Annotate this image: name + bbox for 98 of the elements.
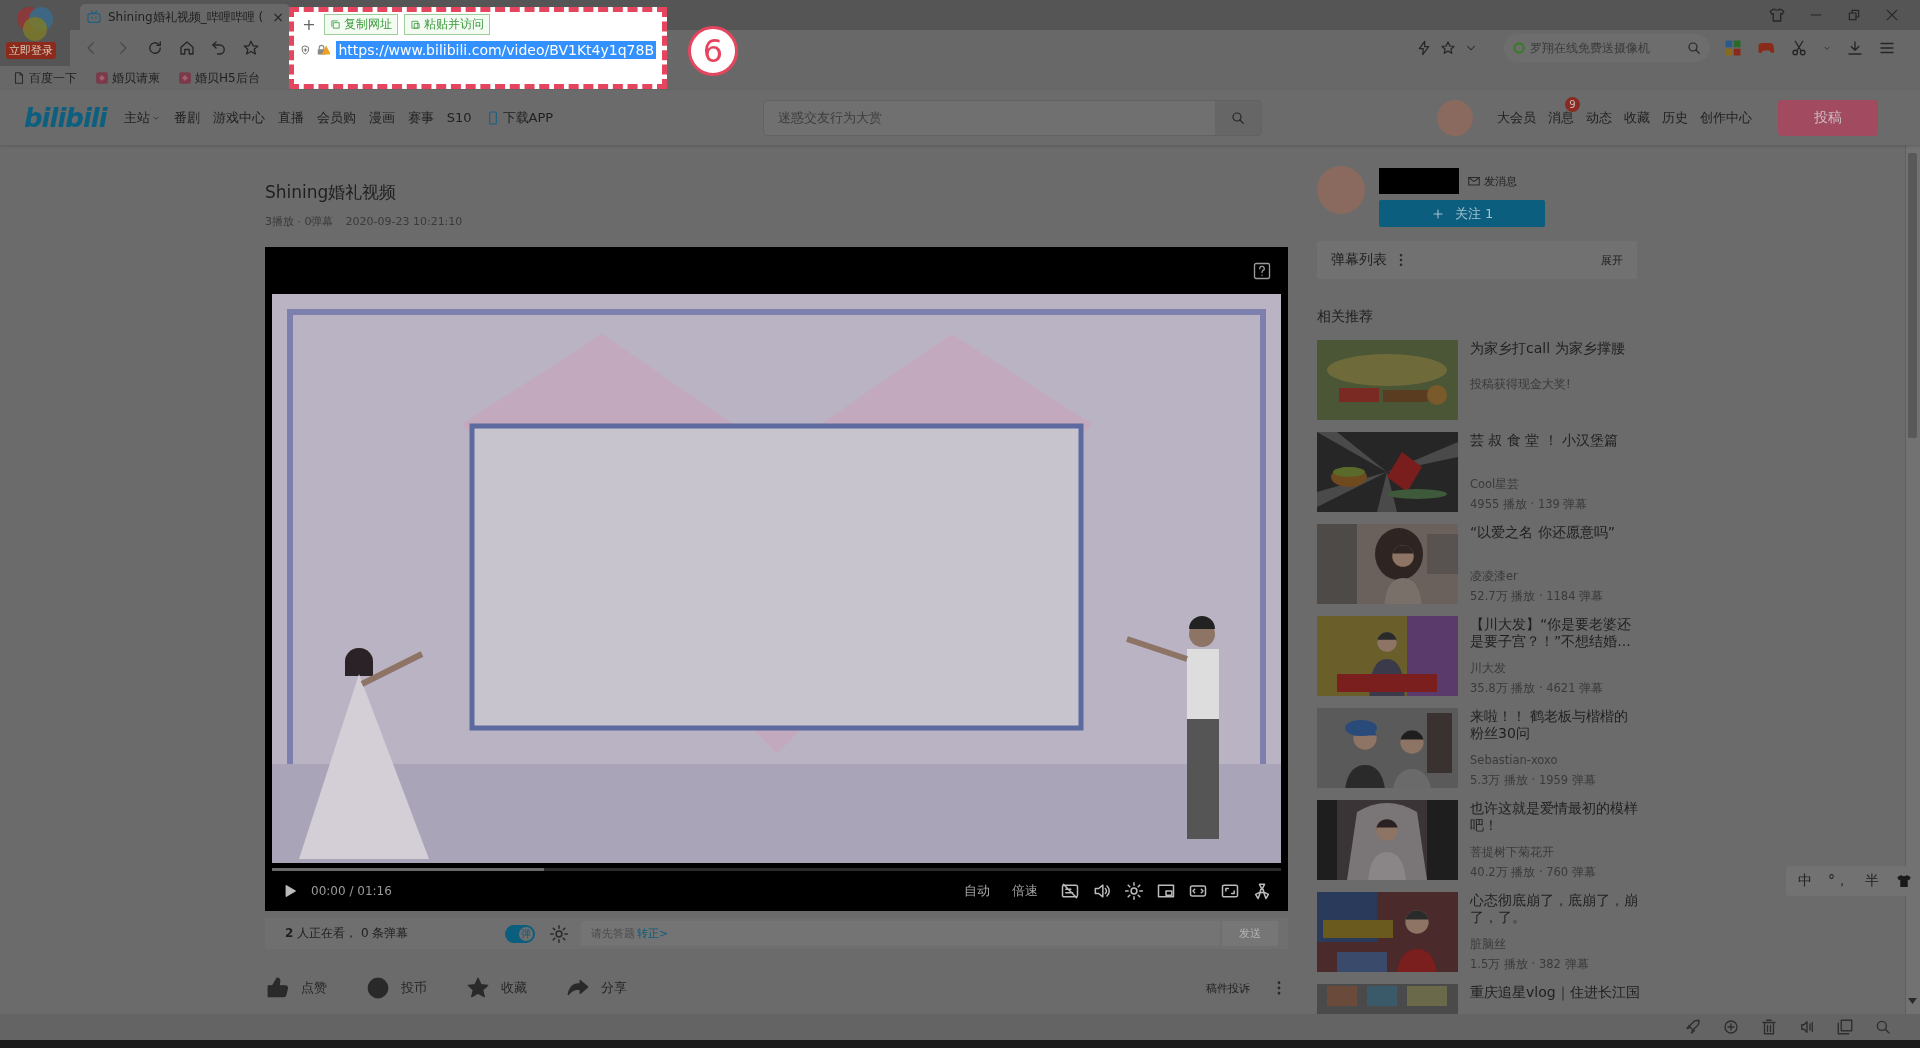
search-icon[interactable] bbox=[1874, 1018, 1892, 1036]
ime-button[interactable]: °， bbox=[1828, 872, 1849, 890]
share-button[interactable]: 分享 bbox=[565, 975, 665, 1001]
tv-icon bbox=[86, 9, 102, 25]
add-clock-icon[interactable] bbox=[1722, 1018, 1740, 1036]
video-title-link[interactable]: 心态彻底崩了，底崩了，崩了，了。 bbox=[1470, 892, 1640, 926]
paste-visit-button[interactable]: 粘贴并访问 bbox=[404, 14, 490, 35]
home-icon[interactable] bbox=[178, 39, 196, 57]
site-icon bbox=[95, 71, 109, 85]
help-icon[interactable] bbox=[1253, 261, 1271, 280]
browser-tab[interactable]: Shining婚礼视频_哔哩哔哩 ( × bbox=[80, 4, 290, 30]
login-badge[interactable]: 立即登录 bbox=[6, 42, 56, 59]
new-tab-button[interactable]: + bbox=[300, 15, 318, 34]
reload-icon[interactable] bbox=[146, 39, 164, 57]
header-link[interactable]: 动态 bbox=[1586, 109, 1612, 125]
site-icon bbox=[178, 71, 192, 85]
playback-time: 00:00 / 01:16 bbox=[311, 884, 392, 898]
report-link[interactable]: 稿件投诉 bbox=[1206, 980, 1250, 996]
nav-link[interactable]: 漫画 bbox=[368, 108, 395, 127]
panel-title: 弹幕列表 bbox=[1331, 251, 1387, 269]
search-engine-icon bbox=[1512, 41, 1526, 55]
lock-warning-icon bbox=[316, 43, 331, 57]
section-heading: 相关推荐 bbox=[1317, 308, 1374, 326]
undo-icon[interactable] bbox=[210, 39, 228, 57]
like-button[interactable]: 点赞 bbox=[265, 975, 365, 1001]
window-icon[interactable] bbox=[1836, 1018, 1854, 1036]
search-button[interactable] bbox=[1215, 100, 1261, 135]
url-text[interactable]: https://www.bilibili.com/video/BV1Kt4y1q78B bbox=[336, 41, 656, 59]
bookmark-item[interactable]: 婚贝请柬 bbox=[95, 69, 160, 87]
coin-button[interactable]: 投币 bbox=[365, 975, 465, 1001]
star-icon[interactable] bbox=[1440, 40, 1456, 56]
header-link[interactable]: 消息 bbox=[1548, 109, 1574, 125]
send-message-link[interactable]: 发消息 bbox=[1467, 173, 1517, 189]
danmaku-off-icon[interactable] bbox=[1060, 881, 1080, 901]
favorite-button[interactable]: 收藏 bbox=[465, 975, 565, 1001]
follow-button[interactable]: 关注 1 bbox=[1379, 200, 1545, 227]
plus-icon bbox=[1430, 206, 1445, 221]
rocket-icon[interactable] bbox=[1684, 1018, 1702, 1036]
video-title-link[interactable]: 为家乡打call 为家乡撑腰 bbox=[1470, 340, 1640, 357]
tab-close-button[interactable]: × bbox=[272, 9, 284, 25]
bookmark-star-icon[interactable] bbox=[242, 39, 260, 57]
nav-link[interactable]: 赛事 bbox=[407, 108, 434, 127]
danmaku-list-panel[interactable]: 弹幕列表 展开 bbox=[1317, 241, 1637, 279]
skin-icon[interactable] bbox=[1895, 872, 1913, 890]
scrollbar-thumb[interactable] bbox=[1908, 153, 1917, 438]
nav-link[interactable]: S10 bbox=[446, 110, 472, 125]
page-icon bbox=[12, 71, 26, 85]
danmaku-settings-icon[interactable] bbox=[549, 923, 569, 944]
video-title-link[interactable]: 重庆追星vlog｜住进长江国 bbox=[1470, 984, 1650, 1001]
shield-icon bbox=[300, 43, 311, 57]
video-title-link[interactable]: 来啦！！ 鹤老板与楷楷的粉丝30问 bbox=[1470, 708, 1640, 742]
quality-button[interactable]: 自动 bbox=[964, 882, 990, 900]
bookmark-item[interactable]: 婚贝H5后台 bbox=[178, 69, 260, 87]
speaker-icon[interactable] bbox=[1798, 1018, 1816, 1036]
nav-link[interactable]: 会员购 bbox=[316, 108, 356, 127]
nav-link[interactable]: 游戏中心 bbox=[212, 108, 265, 127]
copy-icon bbox=[330, 19, 341, 30]
upload-button[interactable]: 投稿 bbox=[1778, 99, 1878, 136]
progress-bar[interactable] bbox=[272, 868, 1281, 871]
become-member-link[interactable]: 转正> bbox=[637, 926, 669, 941]
nav-link[interactable]: 番剧 bbox=[173, 108, 200, 127]
ime-button[interactable]: 中 bbox=[1798, 872, 1812, 890]
settings-icon[interactable] bbox=[1124, 881, 1144, 901]
header-link[interactable]: 收藏 bbox=[1624, 109, 1650, 125]
expand-link[interactable]: 展开 bbox=[1601, 252, 1623, 268]
fan-icon[interactable] bbox=[1252, 881, 1272, 901]
coin-icon bbox=[365, 975, 391, 1001]
nav-link[interactable]: 主站 bbox=[123, 108, 161, 127]
video-title-link[interactable]: 芸 叔 食 堂 ！ 小汉堡篇 bbox=[1470, 432, 1640, 449]
nav-link[interactable]: 直播 bbox=[277, 108, 304, 127]
scissors-icon[interactable] bbox=[1790, 39, 1808, 57]
lightning-icon[interactable] bbox=[1416, 40, 1432, 56]
download-app-link[interactable]: 下载APP bbox=[484, 108, 554, 127]
header-link[interactable]: 大会员 bbox=[1497, 109, 1536, 125]
copy-url-button[interactable]: 复制网址 bbox=[324, 14, 398, 35]
video-title: Shining婚礼视频 bbox=[265, 181, 398, 203]
trash-icon[interactable] bbox=[1760, 1018, 1778, 1036]
video-title-link[interactable]: 【川大发】“你是要老婆还是要子宫？！”不想结婚... bbox=[1470, 616, 1640, 650]
search-icon bbox=[1230, 109, 1246, 126]
ime-button[interactable]: 半 bbox=[1865, 872, 1879, 890]
speed-button[interactable]: 倍速 bbox=[1012, 882, 1038, 900]
search-icon[interactable] bbox=[1686, 40, 1702, 56]
mail-icon bbox=[1467, 174, 1481, 188]
header-link[interactable]: 历史 bbox=[1662, 109, 1688, 125]
close-icon[interactable] bbox=[1884, 7, 1900, 23]
header-link[interactable]: 创作中心 bbox=[1700, 109, 1752, 125]
download-icon[interactable] bbox=[1846, 39, 1864, 57]
viewer-count: 2 人正在看， 0 条弹幕 bbox=[285, 925, 410, 942]
video-title-link[interactable]: “以爱之名 你还愿意吗” bbox=[1470, 524, 1640, 541]
shirt-icon[interactable] bbox=[1768, 6, 1786, 24]
paste-icon bbox=[410, 19, 421, 30]
picture-in-picture-icon[interactable] bbox=[1156, 881, 1176, 901]
video-title-link[interactable]: 也许这就是爱情最初的模样吧！ bbox=[1470, 800, 1640, 834]
notification-badge: 9 bbox=[1565, 96, 1580, 112]
restore-icon[interactable] bbox=[1846, 7, 1862, 23]
scroll-down-icon[interactable] bbox=[1908, 998, 1917, 1004]
apps-grid-icon[interactable] bbox=[1724, 39, 1742, 57]
web-fullscreen-icon[interactable] bbox=[1220, 881, 1240, 901]
